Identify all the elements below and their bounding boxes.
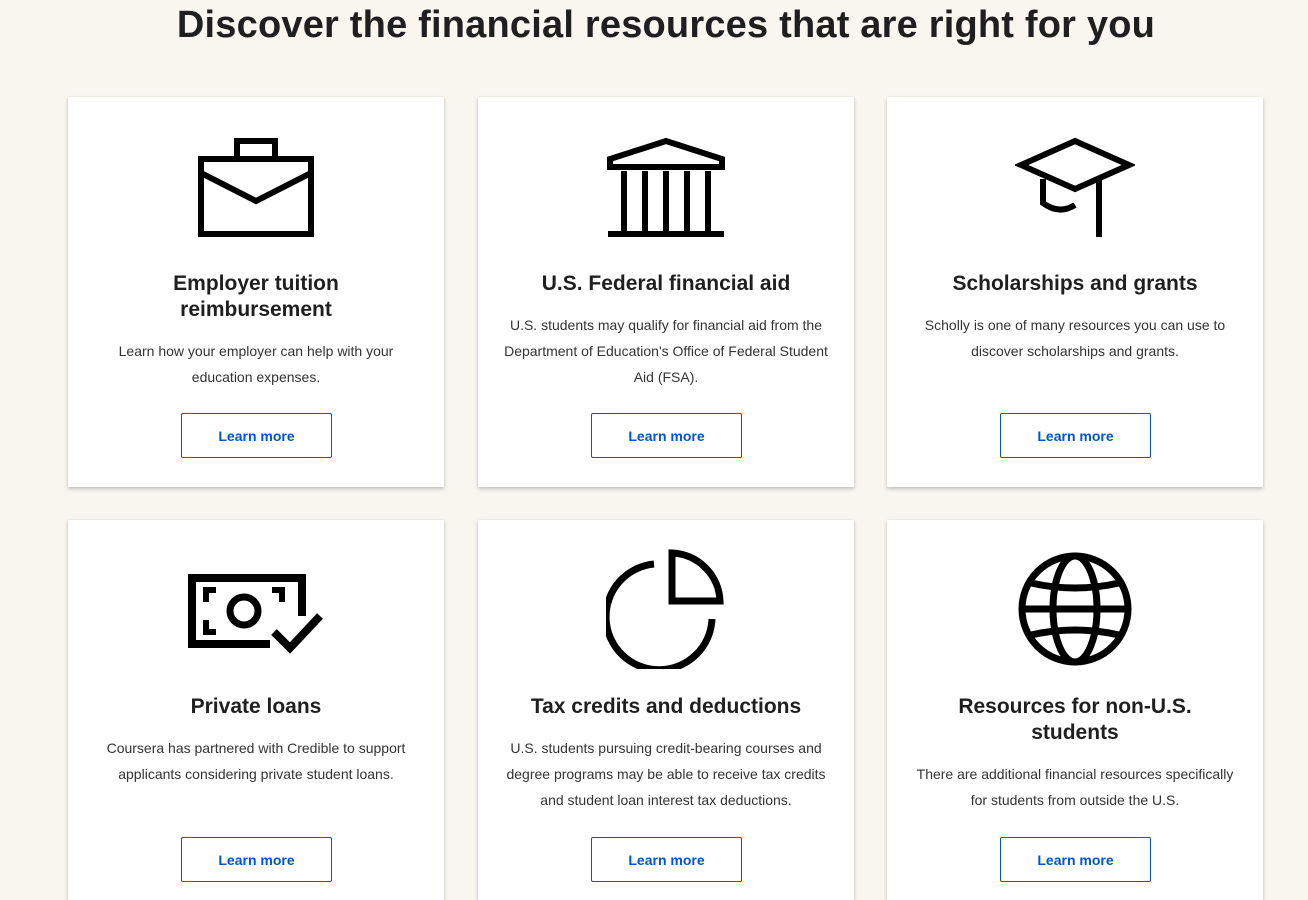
graduation-cap-icon bbox=[887, 133, 1263, 243]
globe-icon bbox=[887, 552, 1263, 666]
learn-more-button[interactable]: Learn more bbox=[1000, 413, 1151, 458]
learn-more-button[interactable]: Learn more bbox=[591, 413, 742, 458]
pie-chart-icon bbox=[478, 549, 854, 669]
card-non-us-students: Resources for non-U.S. students There ar… bbox=[887, 520, 1263, 900]
learn-more-button[interactable]: Learn more bbox=[1000, 837, 1151, 882]
card-private-loans: Private loans Coursera has partnered wit… bbox=[68, 520, 444, 900]
card-title: U.S. Federal financial aid bbox=[541, 272, 791, 295]
card-title: Employer tuition reimbursement bbox=[173, 272, 339, 321]
money-check-icon bbox=[68, 554, 444, 664]
learn-more-button[interactable]: Learn more bbox=[591, 837, 742, 882]
card-title: Private loans bbox=[190, 695, 322, 718]
government-building-icon bbox=[478, 133, 854, 243]
card-title: Tax credits and deductions bbox=[530, 695, 802, 718]
card-description: U.S. students may qualify for financial … bbox=[504, 317, 828, 385]
briefcase-icon bbox=[68, 133, 444, 243]
card-description: Coursera has partnered with Credible to … bbox=[106, 740, 406, 782]
resource-cards-grid: Employer tuition reimbursement Learn how… bbox=[0, 0, 1308, 900]
card-employer-tuition: Employer tuition reimbursement Learn how… bbox=[68, 97, 444, 487]
card-description: Learn how your employer can help with yo… bbox=[118, 343, 394, 385]
learn-more-button[interactable]: Learn more bbox=[181, 413, 332, 458]
card-federal-aid: U.S. Federal financial aid U.S. students… bbox=[478, 97, 854, 487]
card-scholarships: Scholarships and grants Scholly is one o… bbox=[887, 97, 1263, 487]
card-title: Scholarships and grants bbox=[952, 272, 1198, 295]
learn-more-button[interactable]: Learn more bbox=[181, 837, 332, 882]
card-title: Resources for non-U.S. students bbox=[958, 695, 1192, 744]
card-description: Scholly is one of many resources you can… bbox=[924, 317, 1226, 359]
card-tax-credits: Tax credits and deductions U.S. students… bbox=[478, 520, 854, 900]
card-description: There are additional financial resources… bbox=[916, 766, 1234, 808]
card-description: U.S. students pursuing credit-bearing co… bbox=[506, 740, 826, 808]
